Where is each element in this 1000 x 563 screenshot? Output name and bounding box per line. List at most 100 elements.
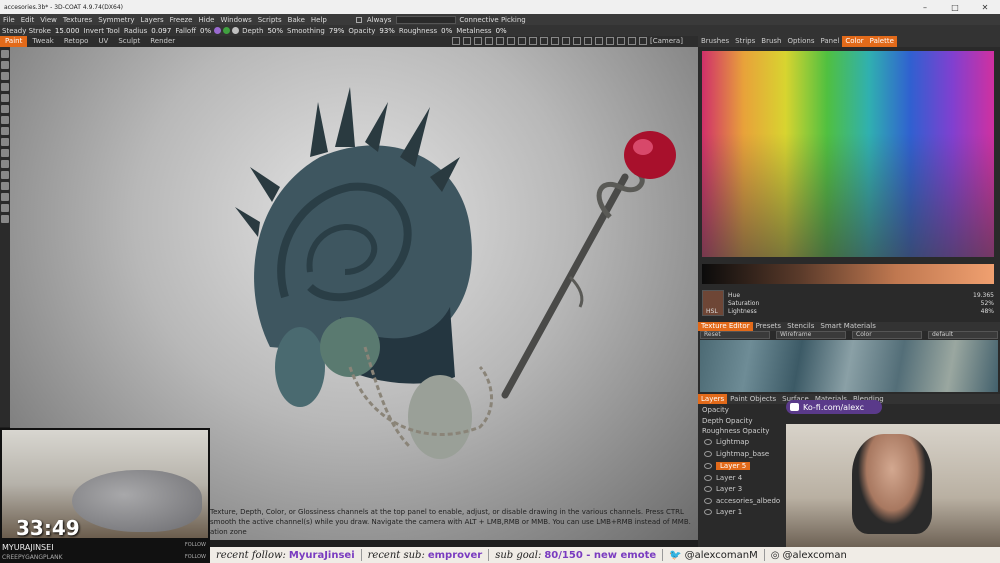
eye-icon[interactable]	[704, 508, 712, 515]
light-icon[interactable]	[474, 37, 482, 45]
mask-tool-icon[interactable]	[1, 182, 9, 190]
maximize-icon[interactable]: □	[940, 0, 970, 14]
fullscreen-icon[interactable]	[639, 37, 647, 45]
layer-item[interactable]: Lightmap_base	[704, 448, 784, 459]
symmetry-icon[interactable]	[540, 37, 548, 45]
color-orb-icon[interactable]	[214, 27, 222, 34]
eye-icon[interactable]	[704, 462, 712, 469]
measure-tool-icon[interactable]	[1, 215, 9, 223]
transform-tool-icon[interactable]	[1, 204, 9, 212]
metalness-value[interactable]: 0%	[494, 27, 509, 35]
tab-uv[interactable]: UV	[93, 36, 113, 47]
eye-icon[interactable]	[704, 450, 712, 457]
layer-depth-opacity[interactable]: Depth Opacity	[702, 417, 752, 425]
channel-select[interactable]: Color	[852, 331, 922, 339]
eye-icon[interactable]	[704, 497, 712, 504]
brush-tool-icon[interactable]	[1, 50, 9, 58]
tab-render[interactable]: Render	[145, 36, 180, 47]
fill-tool-icon[interactable]	[1, 83, 9, 91]
gloss-orb-icon[interactable]	[232, 27, 240, 34]
menu-view[interactable]: View	[37, 16, 60, 24]
tab-retopo[interactable]: Retopo	[59, 36, 94, 47]
hsl-mode-label[interactable]: HSL	[706, 308, 718, 315]
tab-brush[interactable]: Brush	[758, 36, 784, 47]
home-icon[interactable]	[584, 37, 592, 45]
menu-symmetry[interactable]: Symmetry	[95, 16, 137, 24]
tab-strips[interactable]: Strips	[732, 36, 758, 47]
tab-presets[interactable]: Presets	[753, 322, 784, 331]
blur-tool-icon[interactable]	[1, 160, 9, 168]
layer-item[interactable]: Lightmap	[704, 436, 784, 447]
stroke-mode[interactable]: Steady Stroke	[0, 27, 53, 35]
sharpen-tool-icon[interactable]	[1, 171, 9, 179]
tab-color[interactable]: Color	[842, 36, 867, 47]
gradient-tool-icon[interactable]	[1, 193, 9, 201]
texture-preview[interactable]	[700, 340, 998, 392]
menu-edit[interactable]: Edit	[18, 16, 38, 24]
color-gradient-bar[interactable]	[702, 264, 994, 284]
camera-icon[interactable]	[518, 37, 526, 45]
lightness-slider[interactable]: Lightness 48%	[728, 308, 994, 316]
layer-item[interactable]: Layer 3	[704, 483, 784, 494]
menu-scripts[interactable]: Scripts	[255, 16, 285, 24]
eye-icon[interactable]	[704, 474, 712, 481]
tab-paint[interactable]: Paint	[0, 36, 28, 47]
layer-item[interactable]: Layer 4	[704, 472, 784, 483]
tab-tweak[interactable]: Tweak	[27, 36, 59, 47]
radius-value[interactable]: 0.097	[149, 27, 173, 35]
menu-layers[interactable]: Layers	[137, 16, 166, 24]
tab-layers[interactable]: Layers	[698, 394, 728, 404]
menu-file[interactable]: File	[0, 16, 18, 24]
tab-brushes[interactable]: Brushes	[698, 36, 732, 47]
menu-freeze[interactable]: Freeze	[167, 16, 196, 24]
saturation-slider[interactable]: Saturation 52%	[728, 300, 994, 308]
wireframe-button[interactable]: Wireframe	[776, 331, 846, 339]
line-tool-icon[interactable]	[1, 72, 9, 80]
always-checkbox[interactable]	[355, 16, 362, 23]
layer-item[interactable]: accesories_albedo	[704, 495, 784, 506]
layer-opacity[interactable]: Opacity	[702, 406, 729, 414]
always-dropdown[interactable]	[396, 15, 457, 24]
menu-hide[interactable]: Hide	[196, 16, 218, 24]
close-icon[interactable]: ✕	[970, 0, 1000, 14]
material-orb-icon[interactable]	[223, 27, 231, 34]
tab-texture-editor[interactable]: Texture Editor	[698, 322, 753, 331]
layer-roughness-opacity[interactable]: Roughness Opacity	[702, 427, 769, 435]
eye-icon[interactable]	[704, 485, 712, 492]
bg-icon[interactable]	[606, 37, 614, 45]
smudge-tool-icon[interactable]	[1, 94, 9, 102]
shading-icon[interactable]	[485, 37, 493, 45]
tab-stencils[interactable]: Stencils	[784, 322, 817, 331]
falloff-value[interactable]: 0%	[198, 27, 213, 35]
ortho-icon[interactable]	[573, 37, 581, 45]
tab-sculpt[interactable]: Sculpt	[113, 36, 145, 47]
eraser-tool-icon[interactable]	[1, 127, 9, 135]
render-icon[interactable]	[529, 37, 537, 45]
tab-smart-materials[interactable]: Smart Materials	[817, 322, 878, 331]
opacity-value[interactable]: 93%	[377, 27, 397, 35]
tab-palette[interactable]: Palette	[866, 36, 897, 47]
view-mode-icon[interactable]	[452, 37, 460, 45]
grid-icon[interactable]	[463, 37, 471, 45]
tab-options[interactable]: Options	[784, 36, 817, 47]
cube-icon[interactable]	[496, 37, 504, 45]
tab-paint-objects[interactable]: Paint Objects	[727, 394, 779, 404]
wire-icon[interactable]	[551, 37, 559, 45]
menu-help[interactable]: Help	[308, 16, 330, 24]
minimize-icon[interactable]: –	[910, 0, 940, 14]
ui-icon[interactable]	[628, 37, 636, 45]
menu-textures[interactable]: Textures	[60, 16, 95, 24]
snap-icon[interactable]	[562, 37, 570, 45]
stroke-value[interactable]: 15.000	[53, 27, 82, 35]
eye-icon[interactable]	[704, 438, 712, 445]
ref-icon[interactable]	[617, 37, 625, 45]
reset-button[interactable]: Reset	[700, 331, 770, 339]
frame-icon[interactable]	[507, 37, 515, 45]
hue-slider[interactable]: Hue 19.365	[728, 292, 994, 300]
fov-icon[interactable]	[595, 37, 603, 45]
smoothing-value[interactable]: 79%	[327, 27, 347, 35]
text-tool-icon[interactable]	[1, 138, 9, 146]
connective-picking[interactable]: Connective Picking	[456, 16, 528, 24]
layer-item-active[interactable]: Layer 5	[704, 460, 784, 471]
depth-value[interactable]: 50%	[265, 27, 285, 35]
